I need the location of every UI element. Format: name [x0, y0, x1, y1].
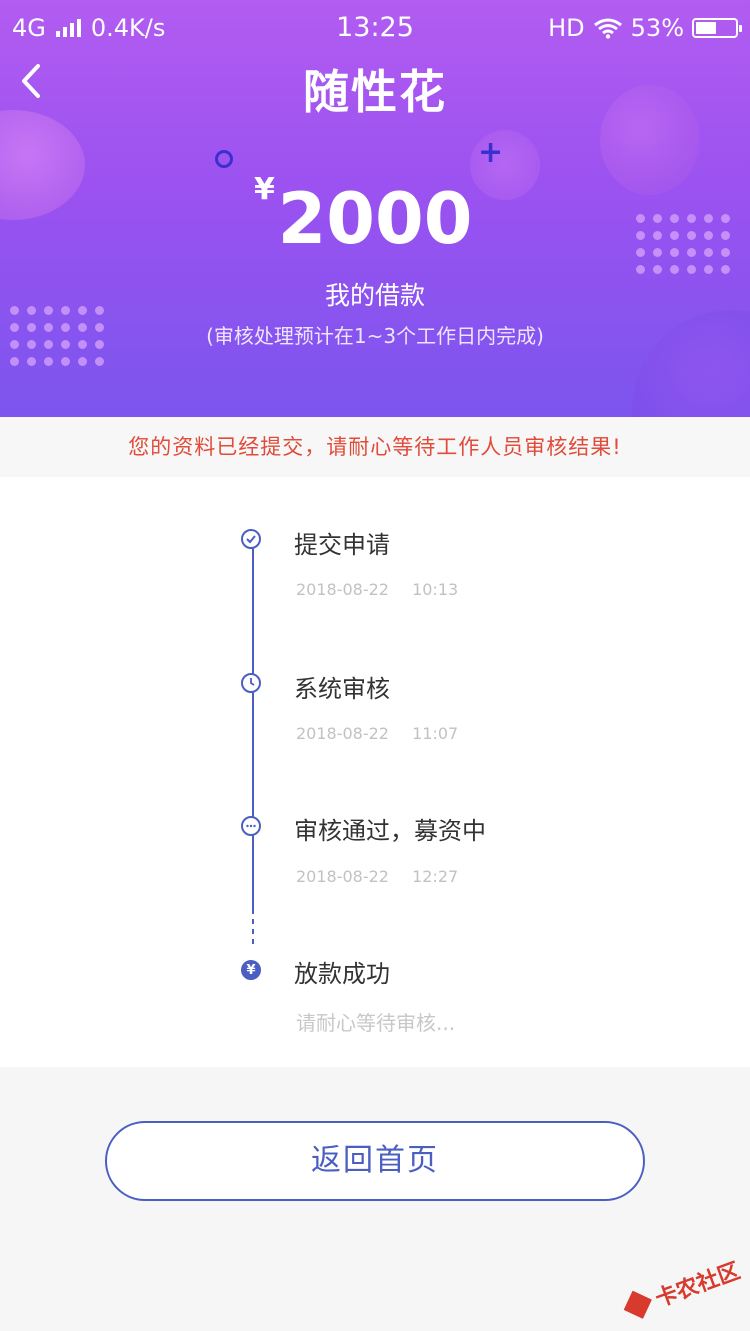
step-title: 放款成功 — [294, 960, 390, 988]
status-bar: 4G 0.4K/s 13:25 HD 53% — [0, 0, 750, 52]
watermark-logo-icon — [619, 1286, 657, 1324]
hd-indicator: HD — [548, 14, 585, 42]
step-time: 2018-08-22 10:13 — [296, 580, 459, 599]
step-title: 系统审核 — [294, 675, 390, 703]
wifi-icon — [593, 18, 622, 39]
step-time: 2018-08-22 11:07 — [296, 724, 459, 743]
check-circle-icon — [241, 529, 261, 549]
step-time: 2018-08-22 12:27 — [296, 867, 459, 886]
decor-plus-icon: + — [478, 135, 504, 170]
submission-notice: 您的资料已经提交，请耐心等待工作人员审核结果! — [0, 417, 750, 477]
watermark-text: 卡农社区 — [652, 1258, 744, 1313]
battery-percent: 53% — [630, 14, 684, 42]
decor-ring-icon — [215, 150, 233, 168]
review-time-note: (审核处理预计在1~3个工作日内完成) — [206, 324, 544, 348]
timeline-line — [252, 539, 254, 909]
yen-circle-icon: ¥ — [241, 960, 261, 980]
clock-icon — [241, 673, 261, 693]
watermark: 卡农社区 — [618, 1253, 744, 1325]
battery-icon — [692, 18, 742, 38]
return-home-button[interactable]: 返回首页 — [105, 1121, 645, 1201]
header-banner: + 4G 0.4K/s 13:25 HD 53% 随性花 ¥ 2000 我的借款… — [0, 0, 750, 417]
step-pending-text: 请耐心等待审核... — [296, 1011, 456, 1035]
step-title: 提交申请 — [294, 531, 390, 559]
loan-amount-label: 我的借款 — [324, 281, 425, 310]
ellipsis-circle-icon — [241, 816, 261, 836]
step-title: 审核通过，募资中 — [294, 817, 486, 845]
timeline-dashed-line — [252, 909, 254, 949]
progress-timeline: 提交申请 2018-08-22 10:13 系统审核 2018-08-22 11… — [0, 477, 750, 1067]
page-title: 随性花 — [303, 65, 447, 119]
loan-amount: 2000 — [277, 178, 473, 260]
